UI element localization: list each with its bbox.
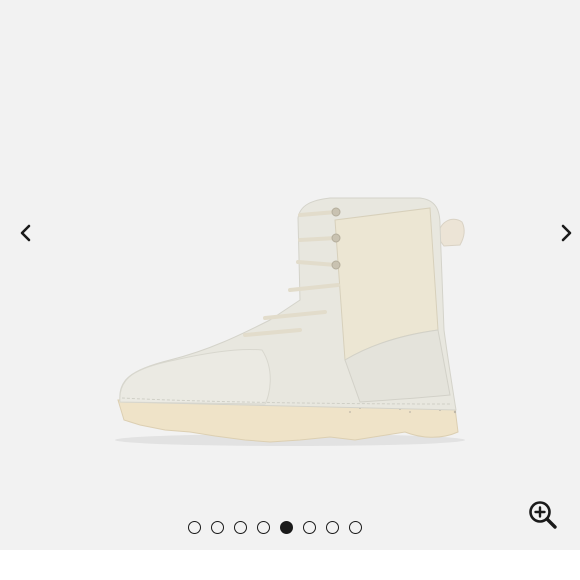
- slide-dot[interactable]: [211, 521, 224, 534]
- slide-dot[interactable]: [349, 521, 362, 534]
- chevron-left-icon: [20, 224, 31, 242]
- product-image-gallery: [0, 0, 580, 580]
- slide-dot[interactable]: [303, 521, 316, 534]
- slide-indicator: [188, 521, 362, 534]
- chevron-right-icon: [561, 224, 572, 242]
- previous-image-button[interactable]: [10, 218, 40, 248]
- product-image: [0, 0, 580, 550]
- bottom-strip: [0, 550, 580, 580]
- zoom-button[interactable]: [526, 498, 560, 532]
- slide-dot[interactable]: [257, 521, 270, 534]
- slide-dot-active[interactable]: [280, 521, 293, 534]
- next-image-button[interactable]: [552, 218, 580, 248]
- slide-dot[interactable]: [234, 521, 247, 534]
- slide-dot[interactable]: [326, 521, 339, 534]
- boot-image: [115, 197, 465, 446]
- zoom-in-icon: [529, 501, 557, 529]
- slide-dot[interactable]: [188, 521, 201, 534]
